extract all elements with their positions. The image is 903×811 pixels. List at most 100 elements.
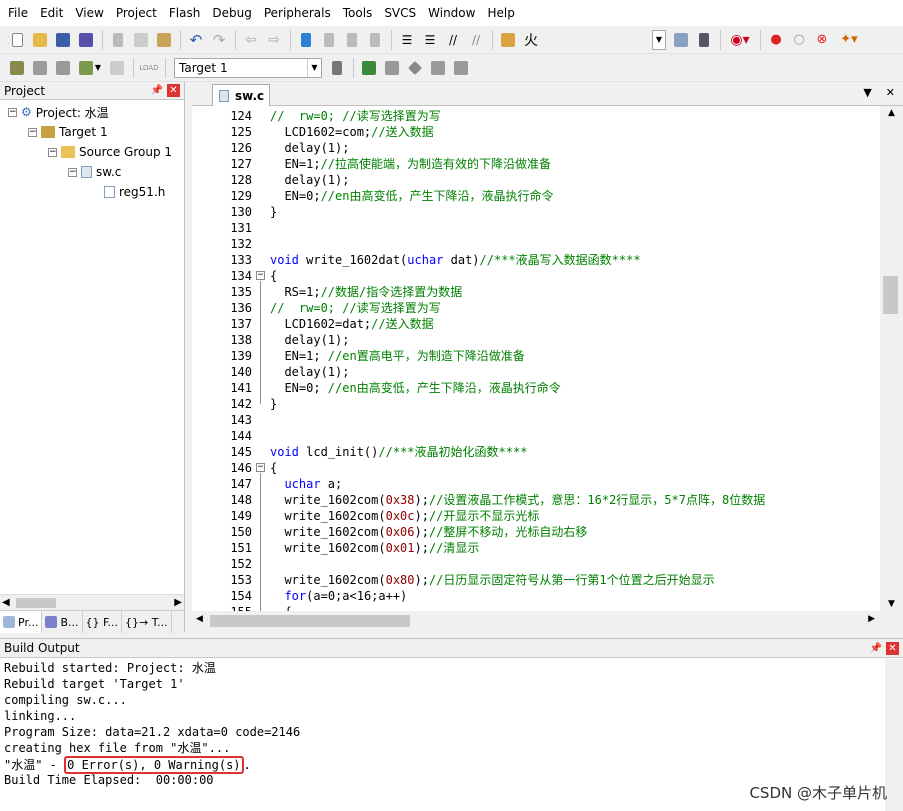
code-line[interactable]: 155 { bbox=[192, 604, 882, 611]
scroll-thumb[interactable] bbox=[210, 615, 410, 627]
code-line[interactable]: 144 bbox=[192, 428, 882, 444]
code-line[interactable]: 128 delay(1); bbox=[192, 172, 882, 188]
uncomment-button[interactable]: // bbox=[465, 29, 487, 51]
tab-templates[interactable]: {}→ T... bbox=[122, 611, 172, 633]
pin-icon[interactable]: 📌 bbox=[870, 643, 882, 654]
collapse-icon[interactable]: − bbox=[48, 147, 57, 157]
code-line[interactable]: 130} bbox=[192, 204, 882, 220]
scroll-right-icon[interactable]: ▶ bbox=[174, 597, 182, 608]
fold-collapse-icon[interactable]: − bbox=[256, 271, 265, 280]
prev-bookmark-button[interactable] bbox=[318, 29, 340, 51]
close-icon[interactable]: ✕ bbox=[886, 641, 899, 655]
bookmark-button[interactable] bbox=[295, 29, 317, 51]
copy-button[interactable] bbox=[130, 29, 152, 51]
tab-books[interactable]: B... bbox=[42, 611, 83, 633]
code-line[interactable]: 124 // rw=0; //读写选择置为写 bbox=[192, 108, 882, 124]
editor-vscrollbar[interactable]: ▲ ▼ bbox=[880, 106, 903, 611]
scroll-down-icon[interactable]: ▼ bbox=[880, 599, 903, 609]
tab-list-dropdown-icon[interactable]: ▼ bbox=[863, 86, 871, 99]
code-line[interactable]: 153 write_1602com(0x80);//日历显示固定符号从第一行第1… bbox=[192, 572, 882, 588]
scroll-left-icon[interactable]: ◀ bbox=[196, 614, 203, 624]
tree-node-sw-c[interactable]: − sw.c bbox=[0, 162, 184, 182]
find-in-files-button[interactable] bbox=[497, 29, 519, 51]
close-tab-icon[interactable]: ✕ bbox=[886, 86, 895, 99]
tab-project[interactable]: Pr... bbox=[0, 611, 43, 633]
code-line[interactable]: 145 void lcd_init()//***液晶初始化函数**** bbox=[192, 444, 882, 460]
tree-node-source-group[interactable]: − Source Group 1 bbox=[0, 142, 184, 162]
code-line[interactable]: 140 delay(1); bbox=[192, 364, 882, 380]
menu-help[interactable]: Help bbox=[481, 0, 520, 26]
unindent-button[interactable]: ☰ bbox=[419, 29, 441, 51]
menu-view[interactable]: View bbox=[69, 0, 109, 26]
tab-sw-c[interactable]: sw.c bbox=[212, 84, 270, 106]
scroll-up-icon[interactable]: ▲ bbox=[880, 108, 903, 118]
select-packs-button[interactable] bbox=[404, 57, 426, 79]
paste-button[interactable] bbox=[153, 29, 175, 51]
undo-button[interactable]: ↶ bbox=[185, 29, 207, 51]
code-line[interactable]: 127 EN=1;//拉高使能端，为制造有效的下降沿做准备 bbox=[192, 156, 882, 172]
code-line[interactable]: 148 write_1602com(0x38);//设置液晶工作模式，意思：16… bbox=[192, 492, 882, 508]
build-button[interactable] bbox=[29, 57, 51, 79]
menu-debug[interactable]: Debug bbox=[206, 0, 257, 26]
code-line[interactable]: 139 EN=1; //en置高电平，为制造下降沿做准备 bbox=[192, 348, 882, 364]
debug-session-button[interactable]: ◉▾ bbox=[725, 29, 755, 51]
save-button[interactable] bbox=[52, 29, 74, 51]
new-file-button[interactable] bbox=[6, 29, 28, 51]
find-combo-value[interactable]: 火 bbox=[524, 30, 644, 50]
menu-flash[interactable]: Flash bbox=[163, 0, 206, 26]
find-combo-arrow[interactable]: ▼ bbox=[652, 29, 666, 50]
scroll-left-icon[interactable]: ◀ bbox=[2, 597, 10, 608]
next-bookmark-button[interactable] bbox=[341, 29, 363, 51]
code-line[interactable]: 143 bbox=[192, 412, 882, 428]
tree-node-reg51-h[interactable]: reg51.h bbox=[0, 182, 184, 202]
code-line[interactable]: 150 write_1602com(0x06);//整屏不移动，光标自动右移 bbox=[192, 524, 882, 540]
manage-books-button[interactable] bbox=[381, 57, 403, 79]
redo-button[interactable]: ↷ bbox=[208, 29, 230, 51]
collapse-icon[interactable]: − bbox=[8, 107, 17, 117]
code-line[interactable]: 141 EN=0; //en由高变低，产生下降沿，液晶执行命令 bbox=[192, 380, 882, 396]
find-button[interactable] bbox=[670, 29, 692, 51]
indent-button[interactable]: ☰ bbox=[396, 29, 418, 51]
fold-collapse-icon[interactable]: − bbox=[256, 463, 265, 472]
code-line[interactable]: 134−{ bbox=[192, 268, 882, 284]
menu-peripherals[interactable]: Peripherals bbox=[258, 0, 337, 26]
code-line[interactable]: 142} bbox=[192, 396, 882, 412]
code-line[interactable]: 132 bbox=[192, 236, 882, 252]
nav-back-button[interactable]: ⇦ bbox=[240, 29, 262, 51]
code-line[interactable]: 152 bbox=[192, 556, 882, 572]
menu-project[interactable]: Project bbox=[110, 0, 163, 26]
scroll-right-icon[interactable]: ▶ bbox=[868, 614, 875, 624]
code-line[interactable]: 129 EN=0;//en由高变低，产生下降沿，液晶执行命令 bbox=[192, 188, 882, 204]
tree-node-target[interactable]: − Target 1 bbox=[0, 122, 184, 142]
pack-installer-button[interactable] bbox=[427, 57, 449, 79]
menu-svcs[interactable]: SVCS bbox=[378, 0, 422, 26]
download-button[interactable]: LOAD bbox=[138, 57, 160, 79]
code-line[interactable]: 136 // rw=0; //读写选择置为写 bbox=[192, 300, 882, 316]
target-options-button[interactable] bbox=[326, 57, 348, 79]
breakpoint-button[interactable]: ● bbox=[765, 29, 787, 51]
open-file-button[interactable] bbox=[29, 29, 51, 51]
menu-edit[interactable]: Edit bbox=[34, 0, 69, 26]
code-line[interactable]: 138 delay(1); bbox=[192, 332, 882, 348]
menu-file[interactable]: File bbox=[2, 0, 34, 26]
nav-forward-button[interactable]: ⇨ bbox=[263, 29, 285, 51]
manage-components-button[interactable] bbox=[358, 57, 380, 79]
code-editor[interactable]: 124// rw=0; //读写选择置为写 125 LCD1602=com;//送… bbox=[192, 106, 903, 611]
menu-window[interactable]: Window bbox=[422, 0, 481, 26]
scroll-thumb[interactable] bbox=[883, 276, 898, 314]
kill-breakpoints-button[interactable]: ⊗ bbox=[811, 29, 833, 51]
code-line[interactable]: 133 void write_1602dat(uchar dat)//***液晶写… bbox=[192, 252, 882, 268]
pin-icon[interactable]: 📌 bbox=[151, 85, 163, 96]
collapse-icon[interactable]: − bbox=[28, 127, 37, 137]
target-select[interactable]: Target 1 ▼ bbox=[174, 57, 322, 78]
collapse-icon[interactable]: − bbox=[68, 167, 77, 177]
replace-button[interactable] bbox=[693, 29, 715, 51]
menu-tools[interactable]: Tools bbox=[337, 0, 379, 26]
code-line[interactable]: 137 LCD1602=dat;//送入数据 bbox=[192, 316, 882, 332]
code-line[interactable]: 151 write_1602com(0x01);//清显示 bbox=[192, 540, 882, 556]
project-hscrollbar[interactable]: ◀ ▶ bbox=[0, 594, 184, 610]
disable-breakpoint-button[interactable]: ○ bbox=[788, 29, 810, 51]
stop-build-button[interactable] bbox=[106, 57, 128, 79]
batch-build-button[interactable]: ▼ bbox=[75, 57, 105, 79]
code-line[interactable]: 131 bbox=[192, 220, 882, 236]
